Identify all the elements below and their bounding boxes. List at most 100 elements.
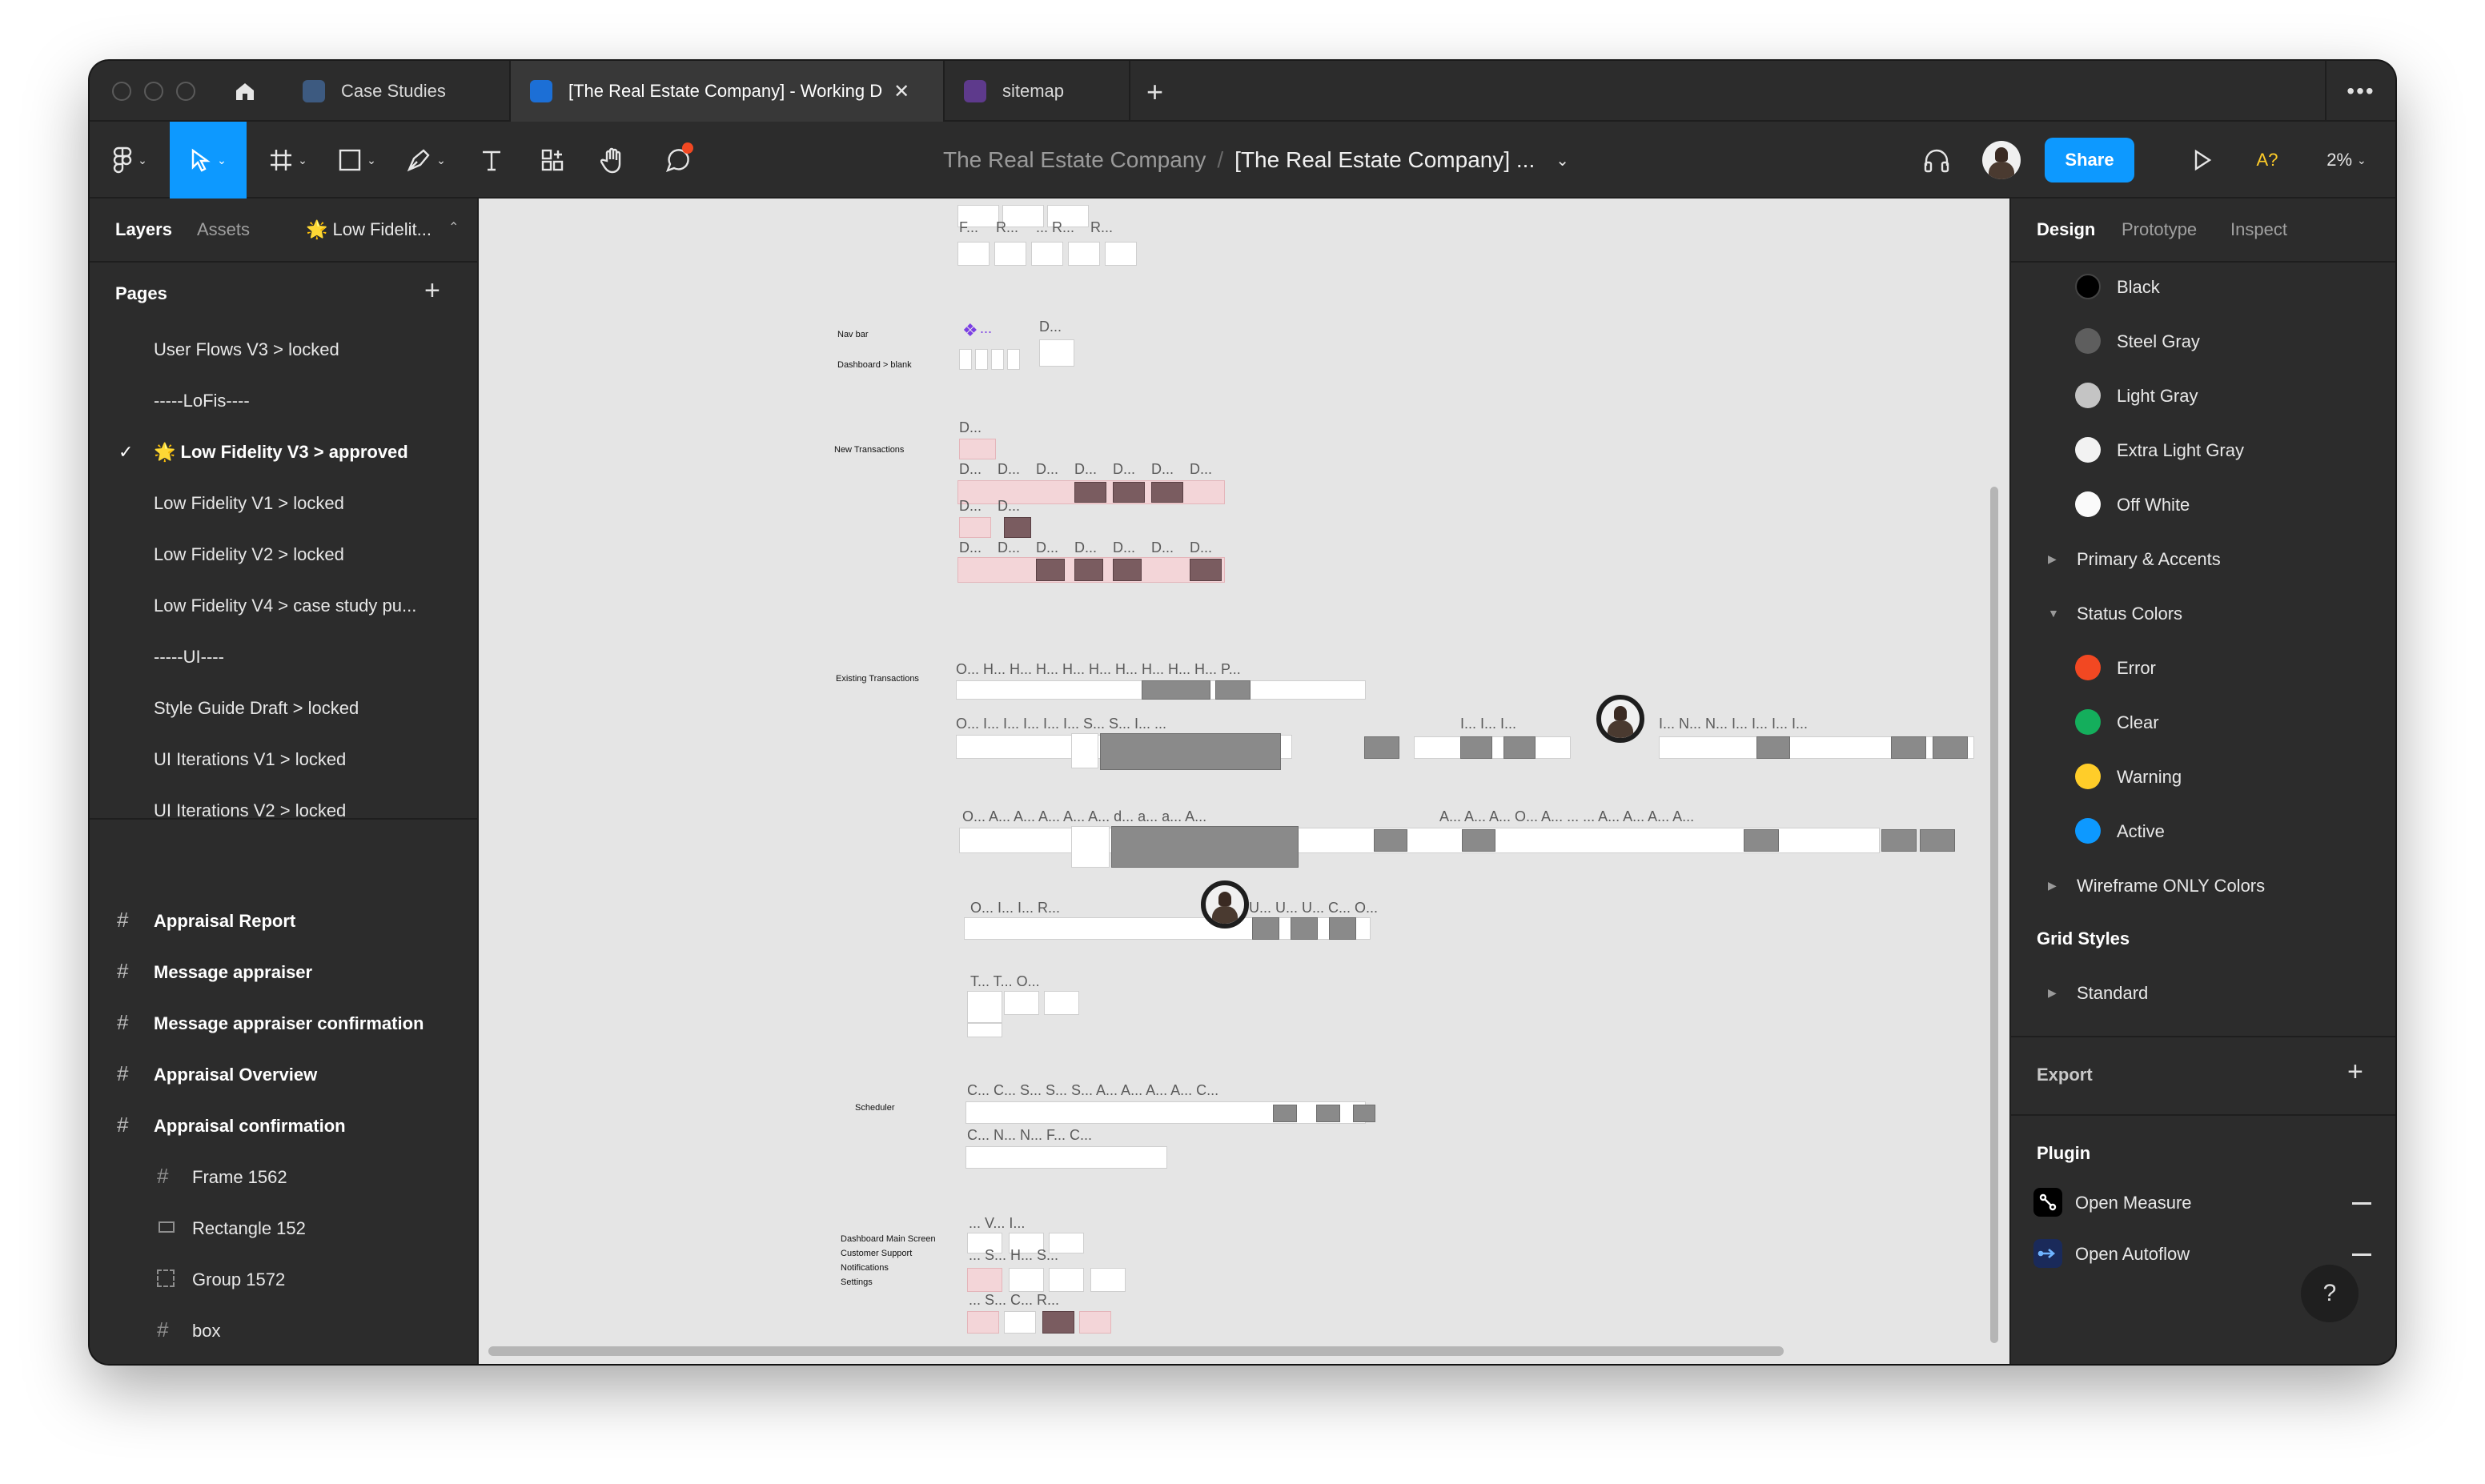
frame-thumbnail[interactable] bbox=[1004, 1311, 1036, 1334]
frame-group[interactable] bbox=[1111, 826, 1299, 868]
remove-plugin-icon[interactable] bbox=[2352, 1202, 2371, 1205]
frame-thumbnail[interactable] bbox=[959, 349, 972, 370]
style-group-primary-accents[interactable]: Primary & Accents bbox=[2077, 549, 2221, 570]
frame-thumbnail[interactable] bbox=[1462, 829, 1495, 852]
page-item[interactable]: UI Iterations V2 > locked bbox=[154, 800, 346, 818]
frame-thumbnail[interactable] bbox=[1190, 559, 1222, 581]
page-item[interactable]: -----UI---- bbox=[154, 647, 224, 668]
layer-item[interactable]: Frame 1562 bbox=[192, 1167, 287, 1188]
help-button[interactable]: ? bbox=[2301, 1265, 2359, 1322]
add-export-icon[interactable]: + bbox=[2347, 1058, 2363, 1085]
main-menu-button[interactable]: ⌄ bbox=[90, 122, 170, 199]
frame-thumbnail[interactable] bbox=[1252, 917, 1279, 940]
tab-sitemap[interactable]: sitemap bbox=[945, 61, 1130, 122]
chevron-right-icon[interactable]: ▶ bbox=[2048, 552, 2057, 566]
tab-working-doc[interactable]: [The Real Estate Company] - Working D ✕ bbox=[511, 61, 945, 122]
breadcrumb-file[interactable]: [The Real Estate Company] ... bbox=[1234, 147, 1535, 173]
frame-thumbnail[interactable] bbox=[967, 1268, 1002, 1292]
layer-item[interactable]: Appraisal confirmation bbox=[154, 1116, 346, 1137]
color-style[interactable]: Black bbox=[2117, 277, 2160, 298]
zoom-menu[interactable]: 2% ⌄ bbox=[2310, 122, 2383, 199]
frame-thumbnail[interactable] bbox=[1744, 829, 1779, 852]
page-item[interactable]: Low Fidelity V2 > locked bbox=[154, 544, 344, 565]
page-item[interactable]: Low Fidelity V1 > locked bbox=[154, 493, 344, 514]
frame-thumbnail[interactable] bbox=[967, 991, 1002, 1023]
tab-layers[interactable]: Layers bbox=[115, 219, 172, 240]
frame-tool-button[interactable]: ⌄ bbox=[258, 122, 319, 199]
frame-thumbnail[interactable] bbox=[1068, 242, 1100, 266]
text-tool-button[interactable] bbox=[466, 122, 517, 199]
frame-thumbnail[interactable] bbox=[967, 1023, 1002, 1037]
color-style[interactable]: Extra Light Gray bbox=[2117, 440, 2244, 461]
horizontal-scrollbar[interactable] bbox=[488, 1346, 1784, 1356]
frame-row[interactable] bbox=[1414, 736, 1571, 759]
frame-thumbnail[interactable] bbox=[959, 439, 996, 459]
page-item-current[interactable]: 🌟 Low Fidelity V3 > approved bbox=[154, 442, 408, 463]
maximize-window-button[interactable] bbox=[176, 82, 195, 101]
frame-thumbnail[interactable] bbox=[1291, 917, 1318, 940]
color-style[interactable]: Active bbox=[2117, 821, 2165, 842]
frame-thumbnail[interactable] bbox=[1009, 1268, 1044, 1292]
collaborator-avatar[interactable] bbox=[1201, 880, 1249, 929]
frame-thumbnail[interactable] bbox=[1007, 349, 1020, 370]
avatar[interactable] bbox=[1982, 141, 2021, 179]
layer-item[interactable]: Rectangle 152 bbox=[192, 1218, 306, 1239]
frame-thumbnail[interactable] bbox=[1031, 242, 1063, 266]
comment-tool-button[interactable] bbox=[650, 122, 706, 199]
frame-thumbnail[interactable] bbox=[1503, 736, 1536, 759]
frame-thumbnail[interactable] bbox=[1004, 991, 1039, 1015]
minimize-window-button[interactable] bbox=[144, 82, 163, 101]
frame-thumbnail[interactable] bbox=[1460, 736, 1492, 759]
present-play-icon[interactable] bbox=[2182, 122, 2222, 199]
chevron-down-icon[interactable]: ▼ bbox=[2048, 607, 2059, 620]
shape-tool-button[interactable]: ⌄ bbox=[327, 122, 387, 199]
tab-prototype[interactable]: Prototype bbox=[2122, 219, 2197, 240]
color-style[interactable]: Steel Gray bbox=[2117, 331, 2200, 352]
layer-item[interactable]: Group 1572 bbox=[192, 1269, 285, 1290]
frame-thumbnail[interactable] bbox=[994, 242, 1026, 266]
hand-tool-button[interactable] bbox=[588, 122, 639, 199]
color-style[interactable]: Clear bbox=[2117, 712, 2159, 733]
frame-thumbnail[interactable] bbox=[1042, 1311, 1074, 1334]
frame-row[interactable] bbox=[1659, 736, 1974, 759]
frame-row[interactable] bbox=[965, 1146, 1167, 1169]
layer-item[interactable]: Appraisal Report bbox=[154, 911, 295, 932]
frame-thumbnail[interactable] bbox=[1044, 991, 1079, 1015]
close-tab-icon[interactable]: ✕ bbox=[893, 80, 909, 103]
move-tool-button[interactable]: ⌄ bbox=[170, 122, 247, 199]
accessibility-check-button[interactable]: A? bbox=[2243, 122, 2291, 199]
frame-thumbnail[interactable] bbox=[1071, 733, 1098, 768]
frame-thumbnail[interactable] bbox=[1756, 736, 1790, 759]
frame-thumbnail[interactable] bbox=[1113, 482, 1145, 503]
frame-thumbnail[interactable] bbox=[1105, 242, 1137, 266]
chevron-right-icon[interactable]: ▶ bbox=[2048, 879, 2057, 892]
frame-thumbnail[interactable] bbox=[1920, 829, 1955, 852]
frame-thumbnail[interactable] bbox=[1329, 917, 1356, 940]
frame-thumbnail[interactable] bbox=[1004, 517, 1031, 538]
grid-style-standard[interactable]: Standard bbox=[2077, 983, 2148, 1004]
color-style[interactable]: Error bbox=[2117, 658, 2156, 679]
audio-headphones-icon[interactable] bbox=[1917, 122, 1957, 199]
plugin-item[interactable]: Open Autoflow bbox=[2075, 1244, 2190, 1265]
tab-assets[interactable]: Assets bbox=[197, 219, 250, 240]
frame-thumbnail[interactable] bbox=[1316, 1105, 1340, 1122]
tab-case-studies[interactable]: Case Studies bbox=[283, 61, 511, 122]
chevron-down-icon[interactable]: ⌄ bbox=[1556, 150, 1569, 170]
remove-plugin-icon[interactable] bbox=[2352, 1253, 2371, 1256]
home-icon[interactable] bbox=[221, 61, 269, 122]
frame-thumbnail[interactable] bbox=[967, 1311, 999, 1334]
frame-thumbnail[interactable] bbox=[1090, 1268, 1126, 1292]
frame-thumbnail[interactable] bbox=[1079, 1311, 1111, 1334]
frame-thumbnail[interactable] bbox=[975, 349, 988, 370]
page-item[interactable]: Low Fidelity V4 > case study pu... bbox=[154, 596, 416, 616]
chevron-right-icon[interactable]: ▶ bbox=[2048, 986, 2057, 1000]
resources-button[interactable] bbox=[527, 122, 578, 199]
page-item[interactable]: UI Iterations V1 > locked bbox=[154, 749, 346, 770]
frame-thumbnail[interactable] bbox=[1881, 829, 1917, 852]
vertical-scrollbar[interactable] bbox=[1990, 487, 1998, 1343]
frame-thumbnail[interactable] bbox=[1353, 1105, 1375, 1122]
frame-thumbnail[interactable] bbox=[1364, 736, 1399, 759]
layer-item[interactable]: Message appraiser confirmation bbox=[154, 1013, 424, 1034]
color-style[interactable]: Light Gray bbox=[2117, 386, 2198, 407]
tab-inspect[interactable]: Inspect bbox=[2230, 219, 2287, 240]
